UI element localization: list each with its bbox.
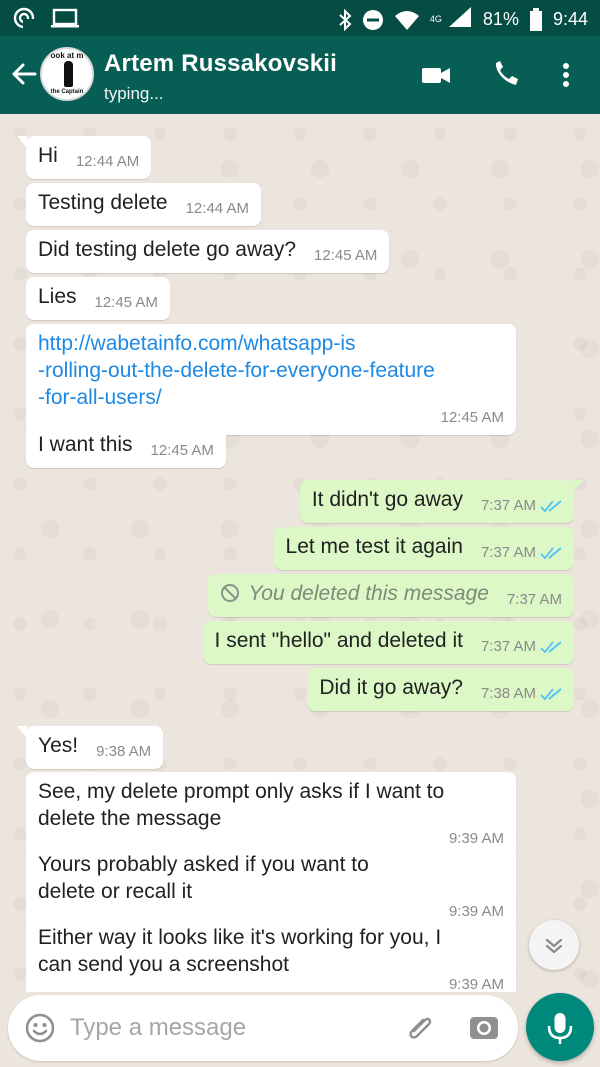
avatar-figure — [64, 61, 73, 87]
message-text: Hi — [38, 144, 58, 167]
message-list[interactable]: Hi 12:44 AM Testing delete 12:44 AM Did te… — [0, 114, 600, 992]
more-vert-icon[interactable] — [552, 60, 580, 90]
message-time: 7:37 AM — [480, 544, 536, 561]
message-text: Yes! — [38, 734, 79, 757]
scroll-to-bottom-button[interactable] — [529, 920, 579, 970]
message-outgoing[interactable]: Let me test it again 7:37 AM — [273, 527, 574, 570]
message-text: Did it go away? — [319, 676, 463, 699]
read-ticks-icon — [540, 688, 562, 701]
microphone-button[interactable] — [526, 993, 594, 1061]
chat-header: ook at m the Captain Artem Russakovskii … — [0, 36, 600, 114]
message-outgoing[interactable]: I sent "hello" and deleted it 7:37 AM — [202, 621, 574, 664]
paperclip-icon[interactable] — [404, 1011, 438, 1045]
message-incoming[interactable]: Yes! 9:38 AM — [16, 726, 164, 769]
message-time: 12:45 AM — [314, 247, 378, 264]
message-text: It didn't go away — [311, 488, 463, 511]
status-bar: 4G 81% 9:44 — [0, 0, 600, 36]
read-ticks-icon — [540, 547, 562, 560]
message-text: I want this — [38, 433, 133, 456]
contact-status: typing... — [104, 84, 164, 103]
link-line: -for-all-users/ — [38, 386, 162, 409]
avatar-caption-bottom: the Captain — [50, 89, 84, 95]
message-text: Yours probably asked if you want to — [38, 853, 369, 876]
emoji-icon[interactable] — [24, 1012, 56, 1044]
message-text: You deleted this message — [248, 582, 489, 605]
message-text: Let me test it again — [285, 535, 463, 558]
link-line: http://wabetainfo.com/whatsapp-is — [38, 332, 356, 355]
read-ticks-icon — [540, 641, 562, 654]
blocked-icon — [221, 584, 240, 602]
message-text: See, my delete prompt only asks if I wan… — [38, 780, 445, 803]
message-incoming[interactable]: Yours probably asked if you want to dele… — [26, 845, 516, 929]
message-incoming[interactable]: See, my delete prompt only asks if I wan… — [26, 772, 516, 856]
phone-icon[interactable] — [490, 60, 522, 90]
read-ticks-icon — [540, 500, 562, 513]
message-incoming[interactable]: Lies 12:45 AM — [26, 277, 170, 320]
arrow-left-icon[interactable] — [10, 60, 38, 88]
video-camera-icon[interactable] — [420, 60, 452, 90]
message-time: 7:37 AM — [506, 591, 562, 608]
message-time: 9:39 AM — [448, 976, 504, 992]
message-incoming[interactable]: Either way it looks like it's working fo… — [26, 918, 516, 992]
message-time: 9:38 AM — [96, 743, 152, 760]
message-link[interactable]: http://wabetainfo.com/whatsapp-is -rolli… — [38, 330, 504, 411]
message-time: 12:45 AM — [94, 294, 158, 311]
message-incoming[interactable]: I want this 12:45 AM — [26, 425, 226, 468]
do-not-disturb-icon — [362, 9, 383, 30]
message-time: 7:37 AM — [480, 497, 536, 514]
message-outgoing-deleted[interactable]: You deleted this message 7:37 AM — [208, 574, 574, 617]
message-time: 12:44 AM — [185, 200, 249, 217]
message-text: delete or recall it — [38, 880, 193, 903]
clock: 9:44 — [552, 9, 588, 29]
network-type: 4G — [429, 14, 442, 24]
message-composer — [8, 995, 518, 1061]
laptop-icon — [51, 8, 79, 28]
message-outgoing[interactable]: It didn't go away 7:37 AM — [299, 480, 584, 523]
message-text: Testing delete — [38, 191, 168, 214]
message-time: 7:38 AM — [480, 685, 536, 702]
message-incoming[interactable]: Testing delete 12:44 AM — [26, 183, 261, 226]
message-incoming[interactable]: Did testing delete go away? 12:45 AM — [26, 230, 390, 273]
wifi-icon — [394, 10, 419, 30]
message-text: Did testing delete go away? — [38, 238, 296, 261]
message-text: Either way it looks like it's working fo… — [38, 926, 442, 949]
avatar-caption-top: ook at m — [50, 51, 84, 60]
contact-name[interactable]: Artem Russakovskii — [104, 50, 337, 78]
camera-icon[interactable] — [468, 1012, 500, 1042]
message-incoming-link[interactable]: http://wabetainfo.com/whatsapp-is -rolli… — [26, 324, 516, 435]
battery-icon — [529, 7, 542, 31]
link-line: -rolling-out-the-delete-for-everyone-fea… — [38, 359, 435, 382]
message-outgoing[interactable]: Did it go away? 7:38 AM — [307, 668, 574, 711]
avatar[interactable]: ook at m the Captain — [40, 47, 94, 101]
message-text: delete the message — [38, 807, 222, 830]
message-text: can send you a screenshot — [38, 953, 289, 976]
message-incoming[interactable]: Hi 12:44 AM — [16, 136, 152, 179]
message-text: I sent "hello" and deleted it — [214, 629, 463, 652]
battery-percent: 81% — [482, 9, 519, 29]
hotspot-icon — [13, 7, 35, 30]
bluetooth-icon — [339, 8, 352, 31]
message-input[interactable] — [70, 1007, 390, 1049]
message-time: 12:45 AM — [150, 442, 214, 459]
message-time: 7:37 AM — [480, 638, 536, 655]
double-chevron-down-icon — [545, 938, 563, 954]
microphone-icon — [547, 1013, 573, 1044]
message-time: 12:44 AM — [75, 153, 140, 170]
message-text: Lies — [38, 285, 77, 308]
signal-icon — [448, 7, 471, 27]
